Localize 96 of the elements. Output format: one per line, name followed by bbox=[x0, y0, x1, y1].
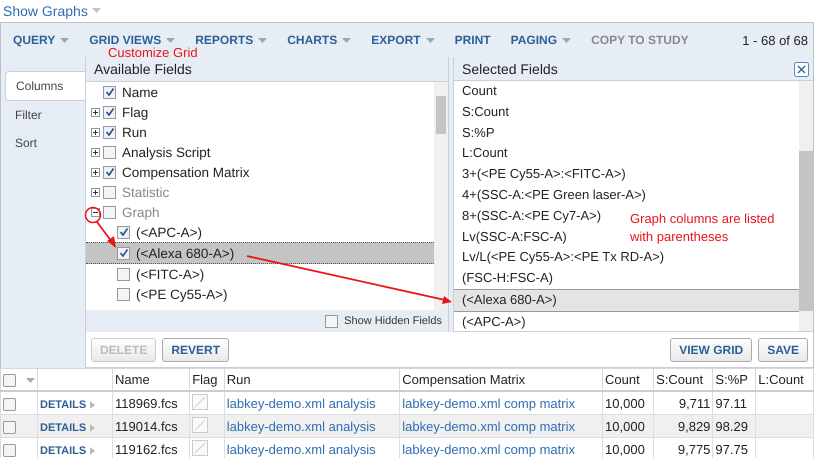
expander-icon[interactable] bbox=[91, 168, 100, 176]
matrix-link[interactable]: labkey-demo.xml comp matrix bbox=[400, 414, 603, 438]
side-tab[interactable]: Sort bbox=[5, 129, 85, 157]
flag-graph-icon[interactable] bbox=[192, 416, 208, 432]
field-label[interactable]: Name bbox=[122, 84, 158, 100]
highlight-circle bbox=[84, 206, 102, 224]
checkbox[interactable] bbox=[103, 106, 116, 118]
selected-field[interactable]: 8+(SSC-A:<PE Cy7-A>) bbox=[454, 206, 602, 227]
column-header[interactable]: S:%P bbox=[712, 368, 756, 391]
field-label[interactable]: Compensation Matrix bbox=[122, 164, 250, 180]
scrollbar[interactable] bbox=[799, 81, 813, 331]
column-header[interactable]: Compensation Matrix bbox=[400, 368, 603, 391]
caret-icon[interactable] bbox=[562, 38, 572, 42]
table-cell: 119014.fcs bbox=[112, 414, 190, 438]
selected-field[interactable]: Count bbox=[454, 81, 497, 102]
annotation-note: Graph columns are listed with parentheses bbox=[630, 210, 776, 246]
selected-field[interactable]: Lv(SSC-A:FSC-A) bbox=[454, 226, 567, 248]
caret-icon[interactable] bbox=[166, 38, 176, 42]
expander-icon[interactable] bbox=[91, 128, 100, 136]
caret-icon[interactable] bbox=[426, 38, 435, 42]
column-header[interactable]: Run bbox=[224, 368, 400, 391]
column-header[interactable]: S:Count bbox=[654, 368, 713, 391]
checkbox[interactable] bbox=[103, 166, 116, 178]
checkbox[interactable] bbox=[103, 146, 116, 158]
annotation-arrow bbox=[96, 221, 116, 248]
column-header[interactable]: Name bbox=[112, 368, 190, 391]
field-label[interactable]: Analysis Script bbox=[122, 144, 211, 160]
table-cell: 10,000 bbox=[602, 414, 654, 438]
checkbox[interactable] bbox=[117, 288, 130, 300]
toolbar-menu[interactable]: EXPORT bbox=[371, 34, 435, 46]
caret-icon[interactable] bbox=[90, 446, 96, 454]
annotation-label: Customize Grid bbox=[108, 46, 198, 59]
scrollbar[interactable] bbox=[434, 82, 448, 310]
caret-icon[interactable] bbox=[92, 8, 101, 14]
select-all-checkbox[interactable] bbox=[3, 374, 16, 388]
toolbar-menu[interactable]: QUERY bbox=[13, 34, 70, 46]
field-label[interactable]: Graph bbox=[122, 204, 160, 220]
selected-field[interactable]: (FSC-H:FSC-A) bbox=[454, 268, 553, 289]
caret-icon[interactable] bbox=[90, 424, 96, 432]
column-header[interactable]: Count bbox=[602, 368, 654, 391]
field-label[interactable]: Run bbox=[122, 124, 147, 140]
toolbar-menu[interactable]: PRINT bbox=[454, 34, 491, 46]
caret-icon[interactable] bbox=[342, 38, 352, 42]
expander-icon[interactable] bbox=[91, 188, 100, 196]
table-cell: 98.29 bbox=[712, 414, 756, 438]
run-link[interactable]: labkey-demo.xml analysis bbox=[224, 414, 400, 438]
table-cell: 9,829 bbox=[654, 414, 713, 438]
selected-field[interactable]: L:Count bbox=[454, 143, 508, 164]
selected-field[interactable]: 4+(SSC-A:<PE Green laser-A>) bbox=[454, 184, 646, 206]
checkbox-label: Show Hidden Fields bbox=[344, 315, 442, 327]
side-tab[interactable]: Columns bbox=[5, 71, 85, 101]
column-header[interactable]: L:Count bbox=[756, 368, 814, 391]
selected-field[interactable]: S:%P bbox=[454, 122, 495, 144]
toolbar-menu[interactable]: REPORTS bbox=[195, 34, 268, 46]
show-graphs-link[interactable]: Show Graphs bbox=[3, 3, 88, 19]
paging-count: 1 - 68 of 68 bbox=[742, 32, 809, 48]
flag-graph-icon[interactable] bbox=[192, 440, 208, 456]
checkbox[interactable] bbox=[103, 206, 116, 218]
field-label[interactable]: (<FITC-A>) bbox=[136, 266, 204, 282]
row-checkbox[interactable] bbox=[3, 420, 16, 434]
caret-icon[interactable] bbox=[60, 38, 70, 42]
checkbox[interactable] bbox=[117, 246, 130, 260]
row-checkbox[interactable] bbox=[3, 444, 16, 457]
row-checkbox[interactable] bbox=[3, 398, 16, 411]
checkbox[interactable] bbox=[117, 268, 130, 280]
side-tab[interactable]: Filter bbox=[5, 101, 85, 129]
close-icon[interactable] bbox=[794, 62, 809, 77]
selected-field[interactable]: (<Alexa 680-A>) bbox=[454, 288, 799, 312]
checkbox[interactable] bbox=[103, 86, 116, 98]
panel-button[interactable]: VIEW GRID bbox=[670, 338, 752, 362]
selected-field[interactable]: (<APC-A>) bbox=[454, 312, 526, 331]
selected-row[interactable]: (<Alexa 680-A>) bbox=[86, 242, 434, 264]
checkbox[interactable] bbox=[103, 186, 116, 198]
field-label[interactable]: (<Alexa 680-A>) bbox=[136, 246, 234, 260]
panel-button[interactable]: SAVE bbox=[758, 338, 808, 362]
field-label[interactable]: Statistic bbox=[122, 184, 170, 200]
selected-field[interactable]: 3+(<PE Cy55-A>:<FITC-A>) bbox=[454, 164, 626, 185]
toolbar-menu[interactable]: GRID VIEWS bbox=[89, 34, 176, 46]
panel-button[interactable]: REVERT bbox=[162, 338, 230, 362]
checkbox[interactable] bbox=[103, 126, 116, 138]
caret-icon[interactable] bbox=[26, 378, 35, 384]
flag-graph-icon[interactable] bbox=[192, 394, 208, 410]
toolbar-menu[interactable]: PAGING bbox=[510, 34, 572, 46]
field-label[interactable]: (<PE Cy55-A>) bbox=[136, 286, 228, 302]
checkbox[interactable] bbox=[325, 314, 338, 328]
checkbox[interactable] bbox=[117, 226, 130, 238]
column-header[interactable]: Flag bbox=[190, 368, 224, 391]
field-label[interactable]: (<APC-A>) bbox=[136, 224, 202, 240]
expander-icon[interactable] bbox=[91, 148, 100, 156]
caret-icon[interactable] bbox=[90, 400, 96, 408]
field-label[interactable]: Flag bbox=[122, 104, 148, 120]
selected-field[interactable]: S:Count bbox=[454, 102, 509, 123]
caret-icon[interactable] bbox=[258, 38, 268, 42]
toolbar-menu[interactable]: CHARTS bbox=[287, 34, 352, 46]
expander-icon[interactable] bbox=[91, 108, 100, 116]
selected-field[interactable]: Lv/L(<PE Cy55-A>:<PE Tx RD-A>) bbox=[454, 247, 664, 268]
